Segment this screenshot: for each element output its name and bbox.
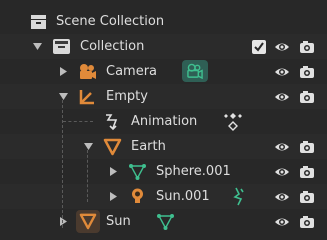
expand-arrow-icon[interactable] [59, 92, 68, 101]
hierarchy-line [63, 121, 93, 122]
mesh-data-icon [129, 164, 146, 180]
scene-collection-label: Scene Collection [56, 14, 165, 29]
animation-label: Animation [131, 114, 198, 129]
sphere-label: Sphere.001 [156, 164, 231, 179]
eye-icon[interactable] [274, 139, 290, 155]
collapse-arrow-icon[interactable] [59, 217, 68, 226]
camera-render-icon[interactable] [299, 189, 315, 205]
empty-label: Empty [106, 89, 148, 104]
eye-icon[interactable] [274, 189, 290, 205]
eye-icon[interactable] [274, 214, 290, 230]
eye-icon[interactable] [274, 39, 290, 55]
sun-label: Sun [106, 214, 131, 229]
camera-data-icon [187, 63, 203, 79]
mesh-object-icon [103, 138, 122, 156]
outliner-row-scene-collection[interactable]: Scene Collection [0, 9, 327, 34]
expand-arrow-icon[interactable] [84, 142, 93, 151]
hierarchy-line [62, 100, 63, 228]
outliner-row-animation[interactable]: Animation [0, 109, 327, 134]
sun-object-button[interactable] [76, 210, 100, 233]
collapse-arrow-icon[interactable] [109, 192, 118, 201]
exclude-checkbox[interactable] [251, 39, 267, 55]
sun-001-label: Sun.001 [156, 189, 210, 204]
camera-render-icon[interactable] [299, 39, 315, 55]
light-object-icon [132, 188, 143, 203]
earth-label: Earth [131, 139, 166, 154]
camera-object-icon [80, 64, 96, 79]
animation-icon [106, 114, 118, 131]
camera-label: Camera [106, 64, 158, 79]
collection-icon [53, 39, 70, 54]
camera-render-icon[interactable] [299, 139, 315, 155]
empty-object-icon [79, 90, 94, 105]
collection-label: Collection [80, 39, 145, 54]
mesh-data-icon[interactable] [156, 212, 175, 231]
scene-collection-icon [31, 15, 46, 29]
camera-data-button[interactable] [182, 60, 208, 82]
camera-render-icon[interactable] [299, 214, 315, 230]
hierarchy-line [87, 150, 88, 202]
collapse-arrow-icon[interactable] [59, 67, 68, 76]
expand-arrow-icon[interactable] [33, 42, 42, 51]
eye-icon[interactable] [274, 89, 290, 105]
mesh-object-icon [79, 213, 97, 230]
keyframe-icon[interactable] [222, 111, 244, 131]
eye-icon[interactable] [274, 164, 290, 180]
collapse-arrow-icon[interactable] [109, 167, 118, 176]
camera-render-icon[interactable] [299, 164, 315, 180]
modifier-icon[interactable] [232, 187, 246, 206]
camera-render-icon[interactable] [299, 89, 315, 105]
eye-icon[interactable] [274, 64, 290, 80]
camera-render-icon[interactable] [299, 64, 315, 80]
